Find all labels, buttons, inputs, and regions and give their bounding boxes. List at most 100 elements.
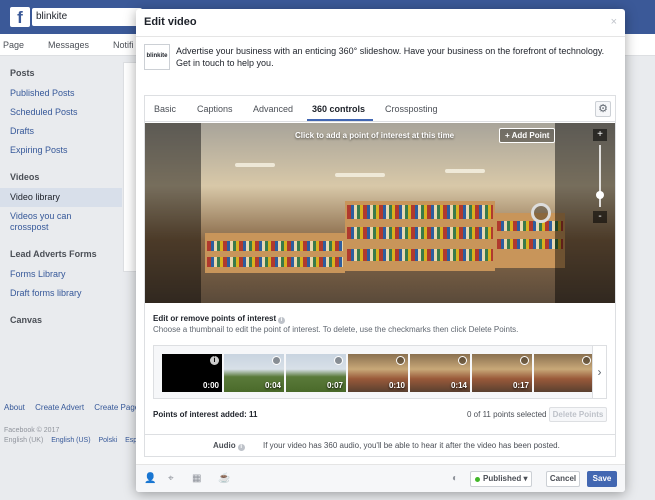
tab-advanced[interactable]: Advanced: [253, 104, 293, 114]
chevron-right-icon[interactable]: ›: [592, 346, 606, 398]
orientation-icon[interactable]: [531, 203, 551, 223]
gear-icon[interactable]: ⚙: [595, 101, 611, 117]
thumbnail-time: 0:10: [388, 381, 405, 390]
add-point-hint: Click to add a point of interest at this…: [295, 131, 455, 140]
audio-row: Audio i If your video has 360 audio, you'…: [144, 435, 616, 457]
sidebar-item-forms-library[interactable]: Forms Library: [0, 265, 122, 284]
dialog-header: Edit video: [136, 9, 625, 37]
360-video-viewer[interactable]: Click to add a point of interest at this…: [145, 123, 615, 303]
promo-text: Advertise your business with an enticing…: [176, 46, 605, 68]
thumbnail-time: 0:07: [326, 381, 343, 390]
thumbnail-time: 0:14: [450, 381, 467, 390]
books: [497, 221, 563, 231]
dialog-footer: 👤 ⌖ ▦ ☕ ◐ Published ▾ Cancel Save: [136, 464, 625, 492]
language-english-us[interactable]: English (US): [51, 437, 90, 444]
info-icon[interactable]: i: [210, 356, 219, 365]
published-dropdown[interactable]: Published ▾: [470, 471, 532, 487]
sidebar-item-published-posts[interactable]: Published Posts: [0, 84, 122, 103]
poi-thumbnail[interactable]: 0:17: [472, 354, 532, 392]
thumbnail-time: 0:04: [264, 381, 281, 390]
tabs-panel: Basic Captions Advanced 360 controls Cro…: [144, 95, 616, 435]
search-input[interactable]: blinkite: [32, 8, 142, 26]
language-polski[interactable]: Polski: [99, 437, 118, 444]
footer-copyright: Facebook © 2017: [4, 427, 60, 434]
page-avatar: blinkite: [144, 44, 170, 70]
poi-thumbnail[interactable]: i 0:00: [162, 354, 222, 392]
zoom-slider-handle[interactable]: [596, 191, 604, 199]
checkbox-icon[interactable]: [458, 356, 467, 365]
poi-description: Choose a thumbnail to edit the point of …: [153, 325, 519, 334]
footer-languages: English (UK) English (US) Polski Esp: [4, 437, 143, 444]
active-tab-indicator: [307, 119, 373, 121]
footer-link-create-advert[interactable]: Create Advert: [35, 403, 84, 412]
page-nav-messages[interactable]: Messages: [48, 40, 89, 50]
zoom-slider[interactable]: [593, 141, 607, 211]
poi-thumbnail[interactable]: 0:07: [286, 354, 346, 392]
sidebar-heading-canvas[interactable]: Canvas: [0, 303, 122, 331]
poi-thumbnail[interactable]: 0:10: [348, 354, 408, 392]
checkbox-icon[interactable]: [520, 356, 529, 365]
checkbox-icon[interactable]: [396, 356, 405, 365]
audio-description: If your video has 360 audio, you'll be a…: [263, 441, 560, 450]
checkbox-icon[interactable]: [582, 356, 591, 365]
poi-thumbnail-strip: i 0:00 0:04 0:07 0:10 0:14 0:17 ›: [153, 345, 607, 399]
sidebar-item-expiring-posts[interactable]: Expiring Posts: [0, 141, 122, 160]
page-nav-page[interactable]: Page: [3, 40, 24, 50]
sidebar-heading-lead-adverts: Lead Adverts Forms: [10, 249, 97, 259]
info-icon[interactable]: i: [278, 317, 286, 324]
tag-people-icon[interactable]: 👤: [144, 473, 156, 484]
tab-basic[interactable]: Basic: [154, 104, 176, 114]
checkbox-icon[interactable]: [272, 356, 281, 365]
globe-icon[interactable]: ◐: [452, 473, 458, 484]
poi-title-text: Edit or remove points of interest: [153, 314, 277, 323]
footer-links: About Create Advert Create Page: [4, 403, 147, 412]
calendar-icon[interactable]: ▦: [192, 473, 201, 484]
sidebar-item-videos-crosspost[interactable]: Videos you can crosspost: [0, 207, 122, 237]
footer-link-create-page[interactable]: Create Page: [94, 403, 139, 412]
audio-label-text: Audio: [213, 441, 236, 450]
language-english-uk: English (UK): [4, 437, 44, 444]
sidebar-item-drafts[interactable]: Drafts: [0, 122, 122, 141]
promo-banner: blinkite Advertise your business with an…: [144, 44, 614, 78]
sidebar: Posts Published Posts Scheduled Posts Dr…: [0, 56, 122, 331]
zoom-in-button[interactable]: +: [593, 129, 607, 141]
tab-captions[interactable]: Captions: [197, 104, 233, 114]
tab-360-controls[interactable]: 360 controls: [312, 104, 365, 114]
checkbox-icon[interactable]: [334, 356, 343, 365]
poi-thumbnail[interactable]: [534, 354, 594, 392]
page-nav-notifications[interactable]: Notifi: [113, 40, 134, 50]
sidebar-heading-posts: Posts: [10, 68, 35, 78]
sidebar-item-video-library[interactable]: Video library: [0, 188, 122, 207]
sidebar-item-draft-forms-library[interactable]: Draft forms library: [0, 284, 122, 303]
tab-crossposting[interactable]: Crossposting: [385, 104, 438, 114]
sidebar-item-scheduled-posts[interactable]: Scheduled Posts: [0, 103, 122, 122]
ceiling-light: [445, 169, 485, 173]
books: [207, 241, 343, 251]
close-icon[interactable]: ×: [611, 16, 617, 28]
poi-section-title: Edit or remove points of interest i: [153, 314, 286, 324]
add-point-button[interactable]: + Add Point: [499, 128, 556, 143]
thumbnail-time: 0:00: [202, 381, 219, 390]
delete-points-button[interactable]: Delete Points: [549, 407, 607, 422]
poi-thumbnail[interactable]: 0:14: [410, 354, 470, 392]
sponsor-icon[interactable]: ☕: [218, 473, 230, 484]
books: [347, 227, 493, 239]
audio-label: Audio i: [213, 441, 245, 451]
footer-link-about[interactable]: About: [4, 403, 25, 412]
facebook-logo-icon[interactable]: f: [10, 7, 30, 27]
tab-bar: Basic Captions Advanced 360 controls Cro…: [145, 96, 615, 122]
save-button[interactable]: Save: [587, 471, 617, 487]
viewer-overlay-left: [145, 123, 201, 303]
sidebar-heading-videos: Videos: [10, 172, 40, 182]
info-icon[interactable]: i: [237, 444, 245, 451]
cancel-button[interactable]: Cancel: [546, 471, 580, 487]
points-selected-count: 0 of 11 points selected: [467, 410, 547, 419]
dialog-title: Edit video: [144, 16, 197, 28]
background-content-card: [123, 62, 137, 272]
poi-thumbnail[interactable]: 0:04: [224, 354, 284, 392]
books: [497, 239, 563, 249]
location-pin-icon[interactable]: ⌖: [168, 473, 174, 484]
ceiling-light: [335, 173, 385, 177]
ceiling-light: [235, 163, 275, 167]
zoom-out-button[interactable]: -: [593, 211, 607, 223]
